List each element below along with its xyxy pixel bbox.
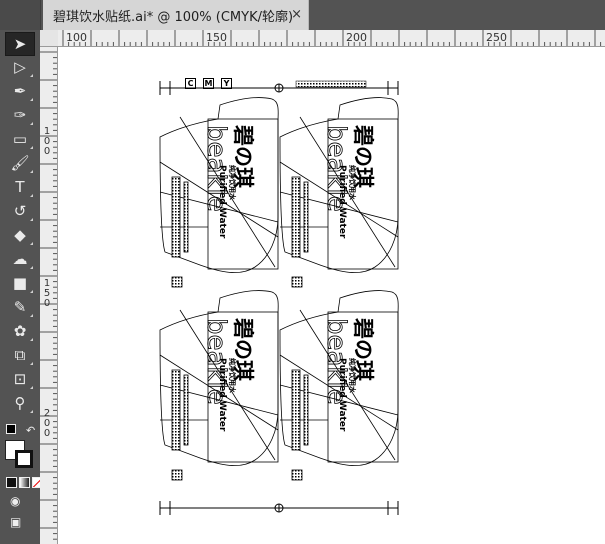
ruler-label-v200: 200 [43, 408, 51, 439]
artboard-icon: ⊡ [13, 370, 27, 388]
tools-panel: ➤ ▷ ✒ ✑ ▭ 🖌 T ↺ ◆ ☁ ■ ✎ ✿ ⧉ ⊡ ⚲ ↶ ◉ ▣ [0, 0, 43, 544]
artboard-tool[interactable]: ⊡ [6, 368, 34, 390]
pen-icon: ✒ [13, 82, 27, 100]
eraser-tool[interactable]: ◆ [6, 224, 34, 246]
sticker-1[interactable]: 碧の琪beakie纯净饮用水Purified Water [159, 97, 279, 288]
zoom-tool[interactable]: ⚲ [6, 392, 34, 414]
brush-icon: 🖌 [10, 154, 30, 172]
color-icon[interactable] [6, 477, 17, 488]
screen-mode-icon[interactable]: ▣ [10, 515, 21, 529]
artboard-canvas[interactable]: 碧の琪 beakie 纯净饮用水 Purified Water 碧の琪 beakie 纯净饮… [58, 47, 605, 544]
ruler-origin[interactable] [40, 30, 59, 47]
document-tab-title: 碧琪饮水贴纸.ai* @ 100% (CMYK/轮廓) [53, 9, 294, 25]
gradient-tool[interactable]: ■ [6, 272, 34, 294]
sticker-2[interactable]: 碧の琪beakie纯净饮用水Purified Water [279, 97, 399, 288]
arrow-icon: ➤ [13, 35, 27, 53]
pen-tool[interactable]: ✒ [6, 80, 34, 102]
gradient-icon: ■ [12, 274, 28, 292]
rectangle-icon: ▭ [12, 130, 28, 148]
vertical-ruler[interactable]: 100 150 200 [40, 47, 58, 544]
eraser-icon: ◆ [14, 226, 26, 244]
ruler-label-250: 250 [486, 31, 507, 44]
ruler-label-v100: 100 [43, 126, 51, 157]
rectangle-tool[interactable]: ▭ [6, 128, 34, 150]
registration-mark-m: M [203, 78, 214, 89]
blend-tool[interactable]: ✿ [6, 320, 34, 342]
selection-tool[interactable]: ➤ [5, 32, 35, 56]
horizontal-ruler[interactable]: 100 150 200 250 [58, 30, 605, 47]
ruler-label-v150: 150 [43, 278, 51, 309]
blend-icon: ✿ [13, 322, 27, 340]
color-bar [295, 80, 367, 88]
ruler-label-200: 200 [346, 31, 367, 44]
ruler-label-100: 100 [66, 31, 87, 44]
sticker-product-cn: 纯净饮用水 [348, 358, 357, 394]
stroke-swatch[interactable] [15, 450, 33, 468]
type-icon: T [15, 178, 25, 196]
registration-mark-y: Y [221, 78, 232, 89]
document-tab-bar: 碧琪饮水贴纸.ai* @ 100% (CMYK/轮廓) × [40, 0, 605, 30]
sticker-product-en: Purified Water [337, 165, 347, 239]
sticker-4[interactable]: 碧の琪beakie纯净饮用水Purified Water [279, 290, 399, 481]
sticker-product-cn: 纯净饮用水 [348, 165, 357, 201]
shape-builder-tool[interactable]: ⧉ [6, 344, 34, 366]
fill-stroke-swatches[interactable] [5, 440, 37, 472]
draw-mode-icon[interactable]: ◉ [10, 494, 20, 508]
registration-mark-c: C [185, 78, 196, 89]
sticker-3[interactable]: 碧の琪beakie纯净饮用水Purified Water [159, 290, 279, 481]
swap-colors-icon[interactable]: ↶ [26, 424, 35, 437]
color-mode-buttons [6, 477, 43, 488]
gradient-mode-icon[interactable] [19, 477, 30, 488]
eyedropper-tool[interactable]: ✎ [6, 296, 34, 318]
warp-icon: ☁ [12, 250, 28, 268]
paintbrush-tool[interactable]: 🖌 [6, 152, 34, 174]
sticker-product-en: Purified Water [217, 358, 227, 432]
close-tab-icon[interactable]: × [291, 7, 302, 22]
sticker-product-cn: 纯净饮用水 [228, 358, 237, 394]
ruler-label-150: 150 [206, 31, 227, 44]
hollow-arrow-icon: ▷ [14, 58, 26, 76]
rotate-icon: ↺ [13, 202, 27, 220]
tools-panel-grip[interactable] [0, 0, 40, 30]
artwork-outline: 碧の琪beakie纯净饮用水Purified Water碧の琪beakie纯净饮… [159, 80, 399, 515]
sticker-product-cn: 纯净饮用水 [228, 165, 237, 201]
sticker-product-en: Purified Water [337, 358, 347, 432]
type-tool[interactable]: T [6, 176, 34, 198]
eyedropper-icon: ✎ [13, 298, 27, 316]
default-colors-icon[interactable] [6, 424, 16, 434]
sticker-product-en: Purified Water [217, 165, 227, 239]
horizontal-ruler-ticks [62, 30, 602, 46]
rotate-tool[interactable]: ↺ [6, 200, 34, 222]
zoom-icon: ⚲ [14, 394, 26, 412]
warp-tool[interactable]: ☁ [6, 248, 34, 270]
curvature-tool[interactable]: ✑ [6, 104, 34, 126]
document-tab[interactable]: 碧琪饮水贴纸.ai* @ 100% (CMYK/轮廓) × [43, 0, 309, 30]
curvature-pen-icon: ✑ [13, 106, 27, 124]
direct-selection-tool[interactable]: ▷ [6, 56, 34, 78]
shape-builder-icon: ⧉ [14, 346, 26, 364]
